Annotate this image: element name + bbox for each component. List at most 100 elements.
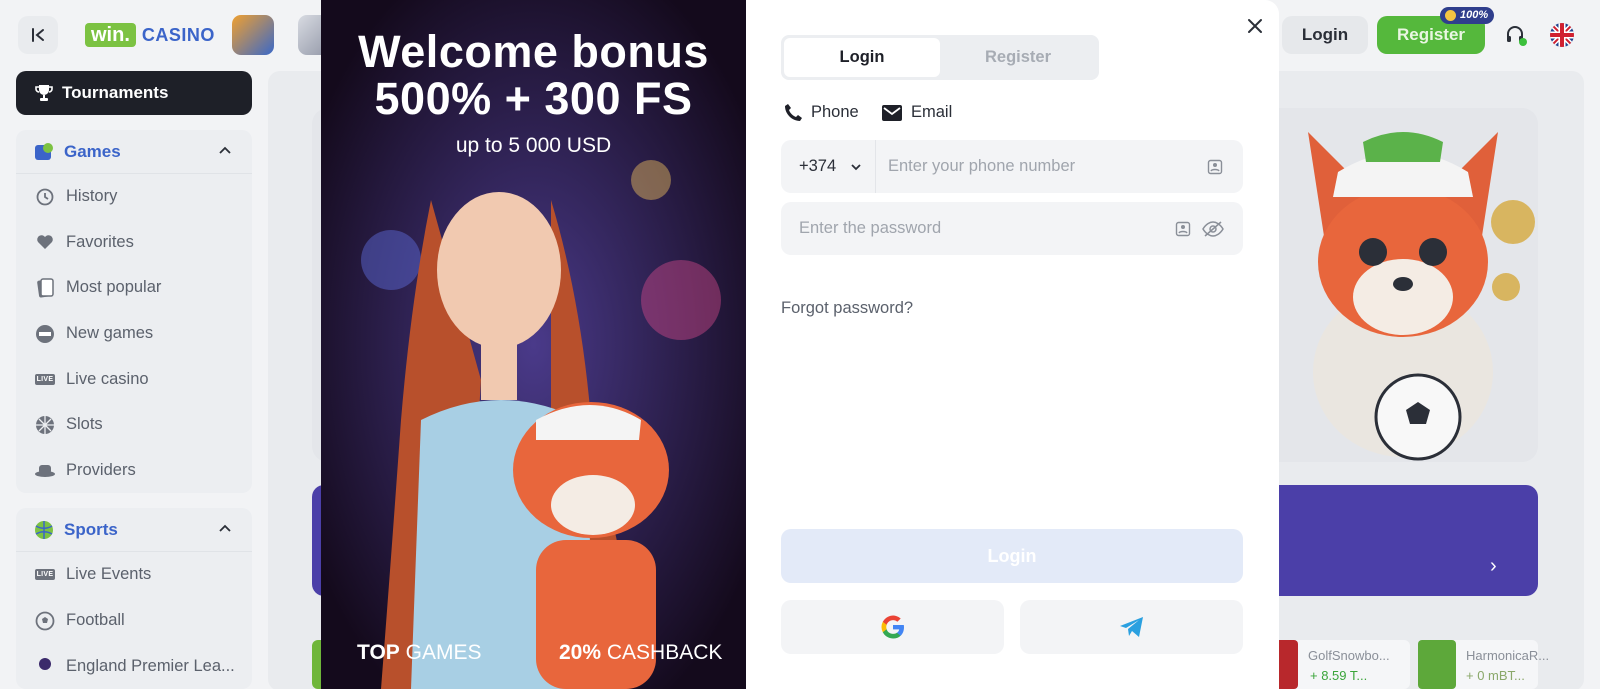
auth-tabs: Login Register: [781, 35, 1099, 80]
sidebar-item-live-casino[interactable]: LIVE Live casino: [16, 356, 252, 402]
live-icon: LIVE: [34, 564, 56, 586]
tab-login[interactable]: Login: [784, 38, 940, 77]
collapse-sidebar-button[interactable]: [18, 16, 58, 54]
game-name: HarmonicaR...: [1466, 648, 1550, 663]
autofill-icon[interactable]: [1203, 155, 1227, 179]
logo-casino-text: CASINO: [141, 24, 215, 45]
country-code-select[interactable]: +374: [781, 140, 876, 193]
sidebar-item-favorites[interactable]: Favorites: [16, 220, 252, 266]
autofill-icon[interactable]: [1171, 217, 1195, 241]
login-submit-button[interactable]: Login: [781, 529, 1243, 583]
football-icon: [34, 610, 56, 632]
heart-icon: [34, 231, 56, 253]
promo-title-line: 500% + 300 FS: [374, 73, 693, 124]
sidebar-item-tournaments[interactable]: Tournaments: [16, 71, 252, 115]
sidebar-item-live-events[interactable]: LIVE Live Events: [16, 552, 252, 598]
phone-icon: [784, 103, 803, 122]
password-input[interactable]: [781, 202, 1171, 255]
method-email[interactable]: Email: [881, 103, 952, 122]
sports-section-header[interactable]: Sports: [16, 508, 252, 553]
cards-icon: [34, 277, 56, 299]
promo-top-games-rest: GAMES: [399, 641, 482, 664]
uk-flag-icon: [1550, 23, 1574, 47]
promo-title: Welcome bonus 500% + 300 FS: [321, 28, 746, 122]
phone-field: +374: [781, 140, 1243, 193]
language-selector[interactable]: [1550, 23, 1574, 47]
game-win-value: + 8.59 T...: [1310, 668, 1368, 683]
games-section-header[interactable]: Games: [16, 130, 252, 174]
sidebar-item-label: Tournaments: [62, 83, 169, 102]
chevron-down-icon: [850, 161, 862, 173]
telegram-login-button[interactable]: [1020, 600, 1243, 654]
promo-title-line: Welcome bonus: [358, 26, 709, 77]
sidebar-item-most-popular[interactable]: Most popular: [16, 265, 252, 311]
sidebar-item-label: Slots: [66, 415, 103, 434]
promo-cashback: 20% CASHBACK: [559, 641, 722, 665]
sidebar-item-england-premier-league[interactable]: England Premier Lea...: [16, 643, 252, 689]
header-login-button[interactable]: Login: [1282, 16, 1368, 54]
games-icon: [34, 142, 54, 162]
game-name: GolfSnowbo...: [1308, 648, 1390, 663]
support-button[interactable]: [1498, 18, 1532, 52]
country-code-value: +374: [799, 157, 837, 175]
phone-input[interactable]: [876, 140, 1203, 193]
slots-icon: [34, 414, 56, 436]
live-icon: LIVE: [34, 368, 56, 390]
sidebar-item-new-games[interactable]: New games: [16, 311, 252, 357]
chevron-up-icon: [218, 143, 232, 163]
method-phone[interactable]: Phone: [784, 103, 859, 122]
password-field: [781, 202, 1243, 255]
site-logo[interactable]: win. CASINO: [85, 22, 215, 48]
sidebar-item-label: Most popular: [66, 278, 162, 297]
sidebar-item-label: Football: [66, 611, 125, 630]
sidebar-item-label: Favorites: [66, 232, 134, 251]
telegram-icon: [1119, 617, 1143, 637]
promo-subtitle: up to 5 000 USD: [455, 134, 612, 157]
sidebar-item-label: History: [66, 187, 118, 206]
sports-icon: [34, 520, 54, 540]
top-game-thumbnail[interactable]: [232, 15, 274, 55]
games-section-label: Games: [64, 141, 121, 161]
new-icon: [34, 323, 56, 345]
sidebar-item-history[interactable]: History: [16, 174, 252, 220]
close-icon: [1248, 19, 1262, 33]
sidebar-item-slots[interactable]: Slots: [16, 402, 252, 448]
method-phone-label: Phone: [811, 103, 859, 121]
sidebar-item-football[interactable]: Football: [16, 598, 252, 644]
promo-cashback-rest: CASHBACK: [601, 641, 723, 664]
game-win-value: + 0 mBT...: [1466, 668, 1525, 683]
sports-section-label: Sports: [64, 519, 118, 539]
close-modal-button[interactable]: [1242, 13, 1268, 39]
logo-win-text: win.: [85, 23, 136, 47]
live-tag: LIVE: [34, 569, 56, 581]
method-email-label: Email: [911, 103, 953, 121]
game-thumbnail[interactable]: [1418, 640, 1456, 689]
promo-top-games-bold: TOP: [357, 641, 400, 664]
trophy-icon: [34, 655, 56, 677]
collapse-icon: [32, 28, 44, 42]
login-form-panel: Login Register Phone Email +374 Enter yo…: [746, 0, 1279, 689]
live-tag: LIVE: [34, 373, 56, 385]
email-icon: [881, 104, 903, 122]
games-section: Games History Favorites Most popular New…: [16, 130, 252, 494]
chevron-up-icon: [218, 521, 232, 541]
history-icon: [34, 186, 56, 208]
google-login-button[interactable]: [781, 600, 1004, 654]
sidebar-item-providers[interactable]: Providers: [16, 448, 252, 494]
sidebar-item-label: England Premier Lea...: [66, 656, 235, 675]
sidebar-item-label: Live Events: [66, 565, 152, 584]
sidebar-item-label: Providers: [66, 460, 136, 479]
hat-icon: [34, 459, 56, 481]
sidebar-item-label: New games: [66, 324, 154, 343]
chevron-right-icon[interactable]: ›: [1490, 555, 1497, 578]
forgot-password-link[interactable]: Forgot password?: [781, 299, 913, 318]
trophy-icon: [34, 83, 54, 103]
promo-cashback-bold: 20%: [559, 641, 602, 664]
fox-mascot-image: [1268, 112, 1538, 462]
sports-section: Sports LIVE Live Events Football England…: [16, 508, 252, 689]
sidebar: Tournaments Games History Favorites Most…: [16, 71, 252, 689]
eye-off-icon[interactable]: [1201, 217, 1225, 241]
tab-register[interactable]: Register: [940, 38, 1096, 77]
sidebar-item-label: Live casino: [66, 369, 149, 388]
online-indicator: [1519, 38, 1527, 46]
